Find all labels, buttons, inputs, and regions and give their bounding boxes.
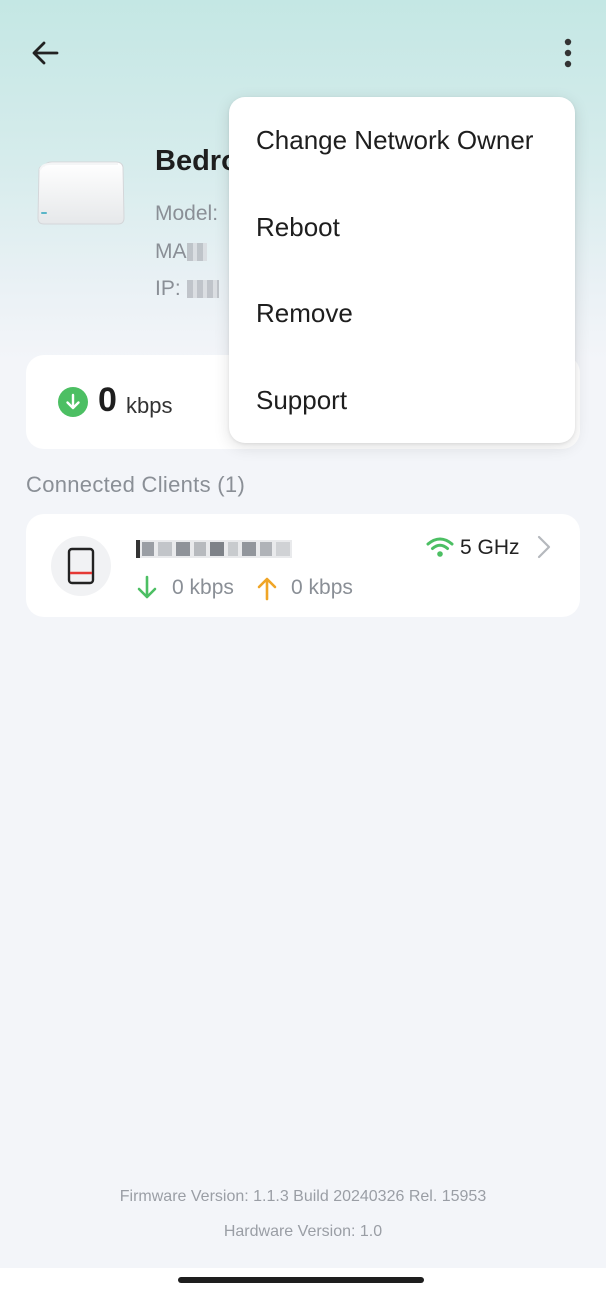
- upload-arrow-icon: [257, 577, 277, 601]
- device-ip: IP:: [155, 277, 219, 301]
- client-row[interactable]: 5 GHz 0 kbps 0 kbps: [26, 514, 580, 617]
- client-download: 0 kbps: [172, 576, 234, 599]
- ip-label: IP:: [155, 277, 181, 300]
- client-upload: 0 kbps: [291, 576, 353, 599]
- router-image: [36, 160, 126, 226]
- top-bar: [0, 0, 606, 104]
- menu-item-support[interactable]: Support: [229, 357, 575, 443]
- client-band: 5 GHz: [460, 536, 520, 559]
- client-avatar: [51, 536, 111, 596]
- download-arrow-icon: [137, 575, 157, 599]
- more-options-button[interactable]: [548, 30, 588, 76]
- more-vertical-icon: [564, 38, 572, 68]
- client-name-redacted: [136, 540, 292, 558]
- options-menu: Change Network Owner Reboot Remove Suppo…: [229, 97, 575, 443]
- arrow-left-icon: [32, 41, 59, 65]
- mac-redacted: [186, 243, 207, 262]
- connected-clients-title: Connected Clients (1): [26, 472, 246, 497]
- hardware-version: Hardware Version: 1.0: [223, 1223, 383, 1240]
- device-mac: MA: [155, 240, 207, 264]
- back-button[interactable]: [22, 30, 68, 76]
- device-model: Model:: [155, 202, 218, 226]
- wifi-icon: [426, 537, 454, 557]
- home-indicator[interactable]: [178, 1277, 424, 1283]
- mac-label: MA: [155, 240, 187, 263]
- device-name: Bedro: [155, 145, 239, 177]
- menu-item-reboot[interactable]: Reboot: [229, 184, 575, 270]
- model-label: Model:: [155, 202, 219, 225]
- ip-redacted: [186, 280, 219, 299]
- speed-value: 0: [98, 381, 117, 419]
- menu-item-change-network-owner[interactable]: Change Network Owner: [229, 97, 575, 183]
- phone-icon: [67, 547, 95, 585]
- menu-item-remove[interactable]: Remove: [229, 270, 575, 356]
- chevron-right-icon: [537, 535, 551, 559]
- speed-unit: kbps: [126, 393, 173, 418]
- download-icon: [58, 387, 88, 417]
- firmware-version: Firmware Version: 1.1.3 Build 20240326 R…: [119, 1188, 487, 1205]
